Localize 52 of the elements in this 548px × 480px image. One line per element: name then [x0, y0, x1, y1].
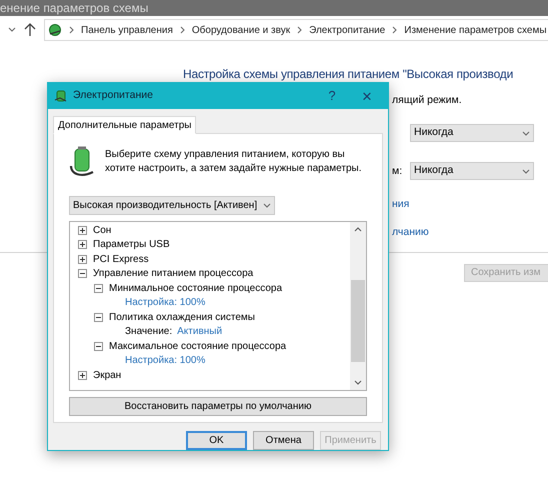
setting-label: м: [392, 164, 402, 177]
setting-value-link[interactable]: Настройка: 100% [125, 353, 206, 368]
tree-item[interactable]: Управление питанием процессора [93, 266, 254, 282]
description-text: лящий режим. [392, 94, 462, 106]
address-bar[interactable]: Панель управления Оборудование и звук Электропитание Изменение параметров схемы [44, 19, 548, 41]
breadcrumb-link[interactable]: Электропитание [309, 22, 386, 38]
collapse-icon[interactable] [94, 312, 103, 322]
plan-dropdown[interactable]: Высокая производительность [Активен] [69, 196, 276, 215]
chevron-icon[interactable] [297, 26, 302, 34]
help-button[interactable]: ? [317, 86, 347, 106]
link[interactable]: ния [392, 198, 410, 210]
chevron-icon[interactable] [392, 26, 398, 34]
scroll-thumb[interactable] [351, 280, 365, 362]
chevron-icon[interactable] [180, 26, 185, 34]
tree-item[interactable]: Максимальное состояние процессора [109, 338, 286, 354]
caret-icon [522, 130, 530, 136]
tab[interactable]: Дополнительные параметры [53, 116, 196, 134]
tree-item[interactable]: Экран [93, 368, 122, 383]
caret-icon [522, 168, 530, 174]
caret-icon [263, 203, 272, 208]
breadcrumb-link[interactable]: Панель управления [81, 22, 173, 38]
dropdown[interactable]: Никогда [410, 124, 534, 142]
chevron-icon[interactable] [69, 26, 74, 34]
window-title: енение параметров схемы [0, 2, 148, 14]
breadcrumb-link[interactable]: Оборудование и звук [192, 22, 290, 38]
dropdown[interactable]: Никогда [410, 162, 534, 180]
scrollbar[interactable] [350, 222, 366, 390]
expand-icon[interactable] [78, 240, 87, 250]
collapse-icon[interactable] [94, 284, 103, 293]
collapse-icon[interactable] [94, 342, 103, 351]
tree-item[interactable]: Параметры USB [93, 237, 170, 252]
expand-icon[interactable] [78, 370, 87, 380]
setting-value-link[interactable]: Активный [177, 324, 222, 340]
breadcrumb-link[interactable]: Изменение параметров схемы [404, 22, 547, 38]
instruction-text: Выберите схему управления питанием, которую вы хотите настроить, а затем задайте нужные параметры. [105, 148, 362, 176]
up-arrow-icon[interactable] [24, 23, 36, 37]
tree-item[interactable]: PCI Express [93, 252, 149, 267]
expand-icon[interactable] [78, 254, 87, 264]
dialog-title: Электропитание [73, 88, 154, 104]
dialog-button[interactable]: Отмена [253, 431, 314, 450]
restore-defaults-button[interactable]: Восстановить параметры по умолчанию [69, 397, 367, 416]
link[interactable]: лчанию [392, 226, 429, 238]
expand-icon[interactable] [78, 226, 87, 235]
tree-item[interactable]: Сон [93, 222, 112, 238]
setting-value-link[interactable]: Настройка: 100% [125, 295, 206, 310]
dialog-button[interactable]: OK [186, 431, 247, 450]
tree-item[interactable]: Политика охлаждения системы [109, 310, 255, 325]
collapse-icon[interactable] [78, 269, 87, 278]
page-heading: Настройка схемы управления питанием "Высокая производи [183, 67, 514, 81]
setting-label: Значение: [125, 325, 172, 340]
close-button[interactable]: × [352, 88, 382, 104]
tree-item[interactable]: Минимальное состояние процессора [109, 280, 282, 296]
